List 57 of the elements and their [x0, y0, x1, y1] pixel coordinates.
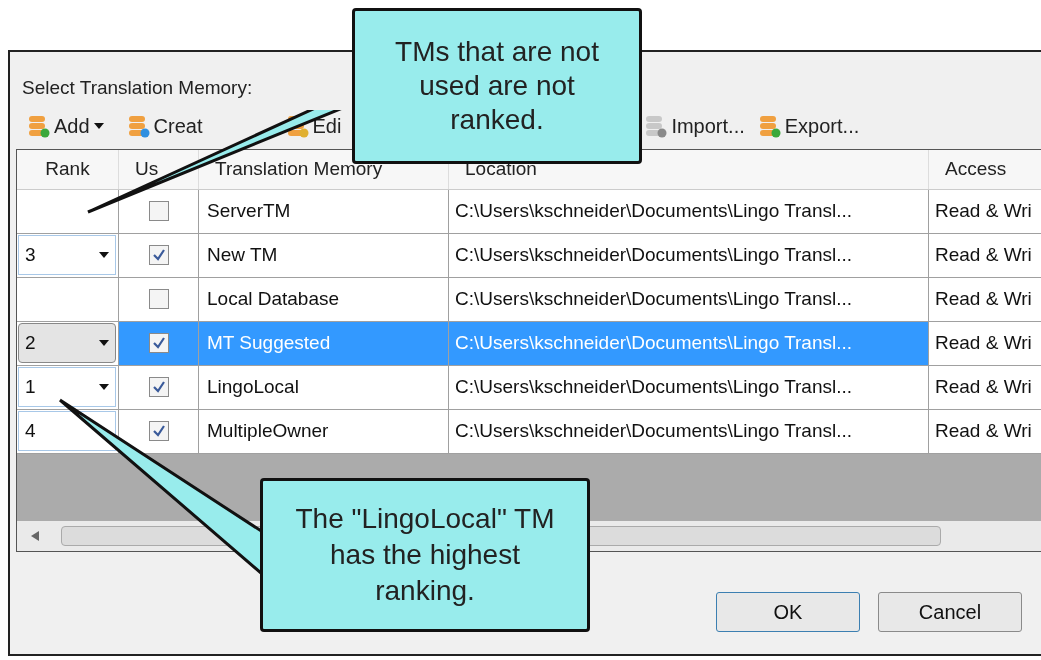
toolbar-button[interactable]: Import...	[641, 110, 749, 141]
table-cell-text: C:\Users\kschneider\Documents\Lingo Transl...	[455, 198, 853, 223]
scroll-left-icon	[31, 530, 39, 541]
table-row[interactable]: 4 MultipleOwner C:\Users\kschneider\Documents\Lingo Transl... Read & Wri	[17, 409, 1041, 454]
checkbox[interactable]	[148, 289, 169, 309]
checkbox[interactable]	[148, 377, 169, 397]
table-cell-text: Read & Wri	[935, 418, 1032, 443]
table-cell-text: Read & Wri	[935, 330, 1032, 355]
toolbar-button[interactable]: Add	[24, 110, 108, 141]
caret-icon	[99, 340, 109, 346]
column-header[interactable]: Rank	[17, 149, 119, 189]
checkmark-icon	[151, 336, 166, 350]
table-cell-text: Read & Wri	[935, 242, 1032, 267]
table-cell-text: Read & Wri	[935, 374, 1032, 399]
table-cell-text: MultipleOwner	[207, 418, 329, 443]
caret-icon	[99, 384, 109, 390]
callout-text: The "LingoLocal" TM has the highest ranking.	[294, 502, 556, 608]
database-icon	[127, 113, 150, 138]
checkbox[interactable]	[148, 201, 169, 221]
table-row[interactable]: 1 LingoLocal C:\Users\kschneider\Documents\Lingo Transl... Read & Wri	[17, 365, 1041, 410]
table-row[interactable]: ServerTM C:\Users\kschneider\Documents\Lingo Transl... Read & Wri	[17, 189, 1041, 234]
checkmark-icon	[151, 248, 166, 262]
table-cell-text: C:\Users\kschneider\Documents\Lingo Transl...	[455, 374, 853, 399]
table-cell-text: ServerTM	[207, 198, 291, 223]
table-cell-text: MT Suggested	[207, 330, 331, 355]
checkbox[interactable]	[148, 421, 169, 441]
rank-dropdown[interactable]: 1	[18, 367, 116, 407]
rank-dropdown[interactable]: 3	[18, 235, 116, 275]
caret-icon	[99, 252, 109, 258]
table-cell-text: LingoLocal	[207, 374, 299, 399]
table-row[interactable]: Local Database C:\Users\kschneider\Documents\Lingo Transl... Read & Wri	[17, 277, 1041, 322]
toolbar-button[interactable]: Creat	[123, 110, 207, 141]
table-cell-text: C:\Users\kschneider\Documents\Lingo Transl...	[455, 242, 853, 267]
toolbar-button[interactable]: Export...	[754, 110, 864, 141]
table-cell-text: Read & Wri	[935, 198, 1032, 223]
table-row[interactable]: 2 MT Suggested C:\Users\kschneider\Documents\Lingo Transl... Read & Wri	[17, 321, 1041, 366]
table-cell-text: C:\Users\kschneider\Documents\Lingo Transl...	[455, 418, 853, 443]
table-cell-text: Local Database	[207, 286, 340, 311]
table-cell-text: New TM	[207, 242, 278, 267]
checkmark-icon	[151, 380, 166, 394]
checkbox[interactable]	[148, 333, 169, 353]
dialog-button[interactable]: Cancel	[878, 591, 1022, 632]
table-cell-text: C:\Users\kschneider\Documents\Lingo Transl...	[455, 330, 853, 355]
table-row[interactable]: 3 New TM C:\Users\kschneider\Documents\Lingo Transl... Read & Wri	[17, 233, 1041, 278]
checkbox[interactable]	[148, 245, 169, 265]
column-header[interactable]: Access	[929, 149, 1041, 189]
database-icon	[645, 113, 668, 138]
callout-text: TMs that are not used are not ranked.	[394, 35, 600, 137]
database-icon	[758, 113, 781, 138]
table-cell-text: C:\Users\kschneider\Documents\Lingo Transl...	[455, 286, 853, 311]
table-cell-text: Read & Wri	[935, 286, 1032, 311]
section-label: Select Translation Memory:	[22, 76, 253, 100]
checkmark-icon	[151, 424, 166, 438]
caret-icon	[93, 122, 104, 129]
dialog-button[interactable]: OK	[716, 591, 860, 632]
database-icon	[28, 113, 50, 138]
rank-dropdown[interactable]: 2	[18, 323, 116, 363]
